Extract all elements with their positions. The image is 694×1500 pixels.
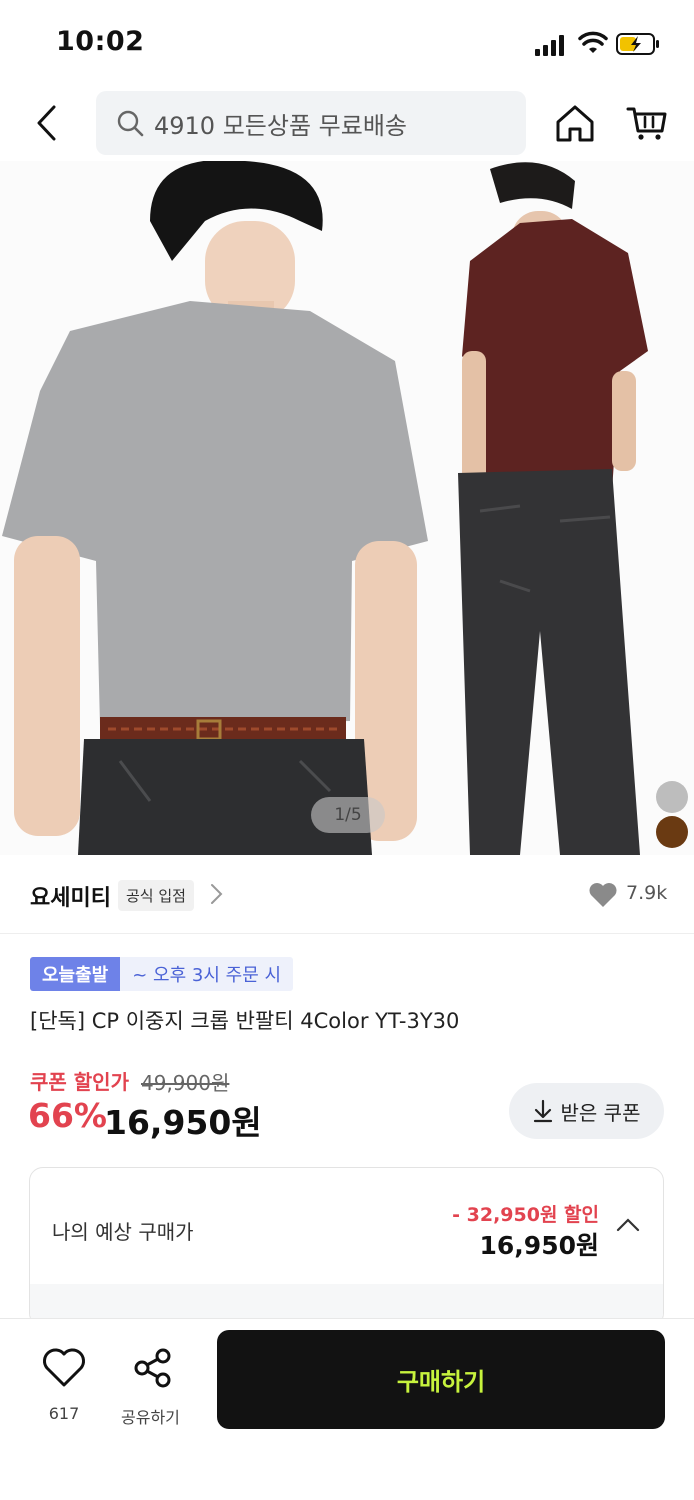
discount-rate: 66%: [28, 1096, 107, 1135]
color-swatch-grey[interactable]: [656, 781, 688, 813]
back-button[interactable]: [28, 102, 64, 144]
product-title: [단독] CP 이중지 크롭 반팔티 4Color YT-3Y30: [30, 1009, 460, 1033]
original-price: 49,900원: [141, 1071, 230, 1095]
sale-price: 16,950원: [104, 1103, 262, 1142]
chevron-right-icon: [211, 884, 223, 904]
store-heart-icon[interactable]: [588, 882, 618, 908]
chevron-left-icon: [37, 105, 56, 141]
expected-final-price: 16,950원: [479, 1231, 599, 1260]
received-coupon-button[interactable]: 받은 쿠폰: [509, 1083, 664, 1139]
store-name[interactable]: 요세미티: [30, 880, 111, 912]
top-navigation: 4910 모든상품 무료배송: [0, 88, 694, 160]
bottom-action-bar: 617 공유하기 구매하기: [0, 1318, 694, 1500]
image-pager-indicator: 1/5: [311, 797, 385, 833]
store-like-count: 7.9k: [626, 882, 668, 904]
cellular-signal-icon: [535, 35, 564, 56]
delivery-tag: 오늘출발 ~ 오후 3시 주문 시: [30, 957, 294, 991]
same-day-shipping-tag: 오늘출발: [30, 957, 121, 991]
search-icon: [117, 110, 144, 137]
coupon-price-label: 쿠폰 할인가: [30, 1070, 129, 1094]
discount-amount: - 32,950원 할인: [452, 1204, 599, 1226]
product-image-carousel[interactable]: [0, 161, 694, 855]
chevron-up-icon[interactable]: [615, 1214, 641, 1234]
share-label: 공유하기: [121, 1408, 180, 1427]
search-bar[interactable]: 4910 모든상품 무료배송: [96, 91, 526, 155]
product-photo: [0, 161, 694, 855]
cart-icon[interactable]: [625, 100, 669, 144]
buy-button[interactable]: 구매하기: [217, 1330, 665, 1429]
color-swatch-brown[interactable]: [656, 816, 688, 848]
home-icon[interactable]: [553, 102, 597, 146]
official-store-badge: 공식 입점: [118, 880, 194, 911]
wifi-icon: [578, 31, 608, 53]
store-row[interactable]: 요세미티 공식 입점 7.9k: [0, 858, 694, 934]
share-icon[interactable]: [132, 1347, 174, 1389]
search-query-text: 4910 모든상품 무료배송: [154, 111, 407, 140]
heart-icon[interactable]: [41, 1347, 87, 1389]
expected-price-panel[interactable]: 나의 예상 구매가 - 32,950원 할인 16,950원: [29, 1167, 664, 1327]
status-time: 10:02: [56, 26, 145, 57]
expected-price-label: 나의 예상 구매가: [52, 1220, 194, 1244]
order-cutoff-tag: ~ 오후 3시 주문 시: [120, 957, 294, 991]
battery-charging-icon: [616, 33, 659, 55]
status-bar: 10:02: [0, 0, 694, 88]
download-icon: [533, 1099, 552, 1123]
like-count: 617: [48, 1404, 80, 1423]
received-coupon-label: 받은 쿠폰: [560, 1100, 641, 1125]
